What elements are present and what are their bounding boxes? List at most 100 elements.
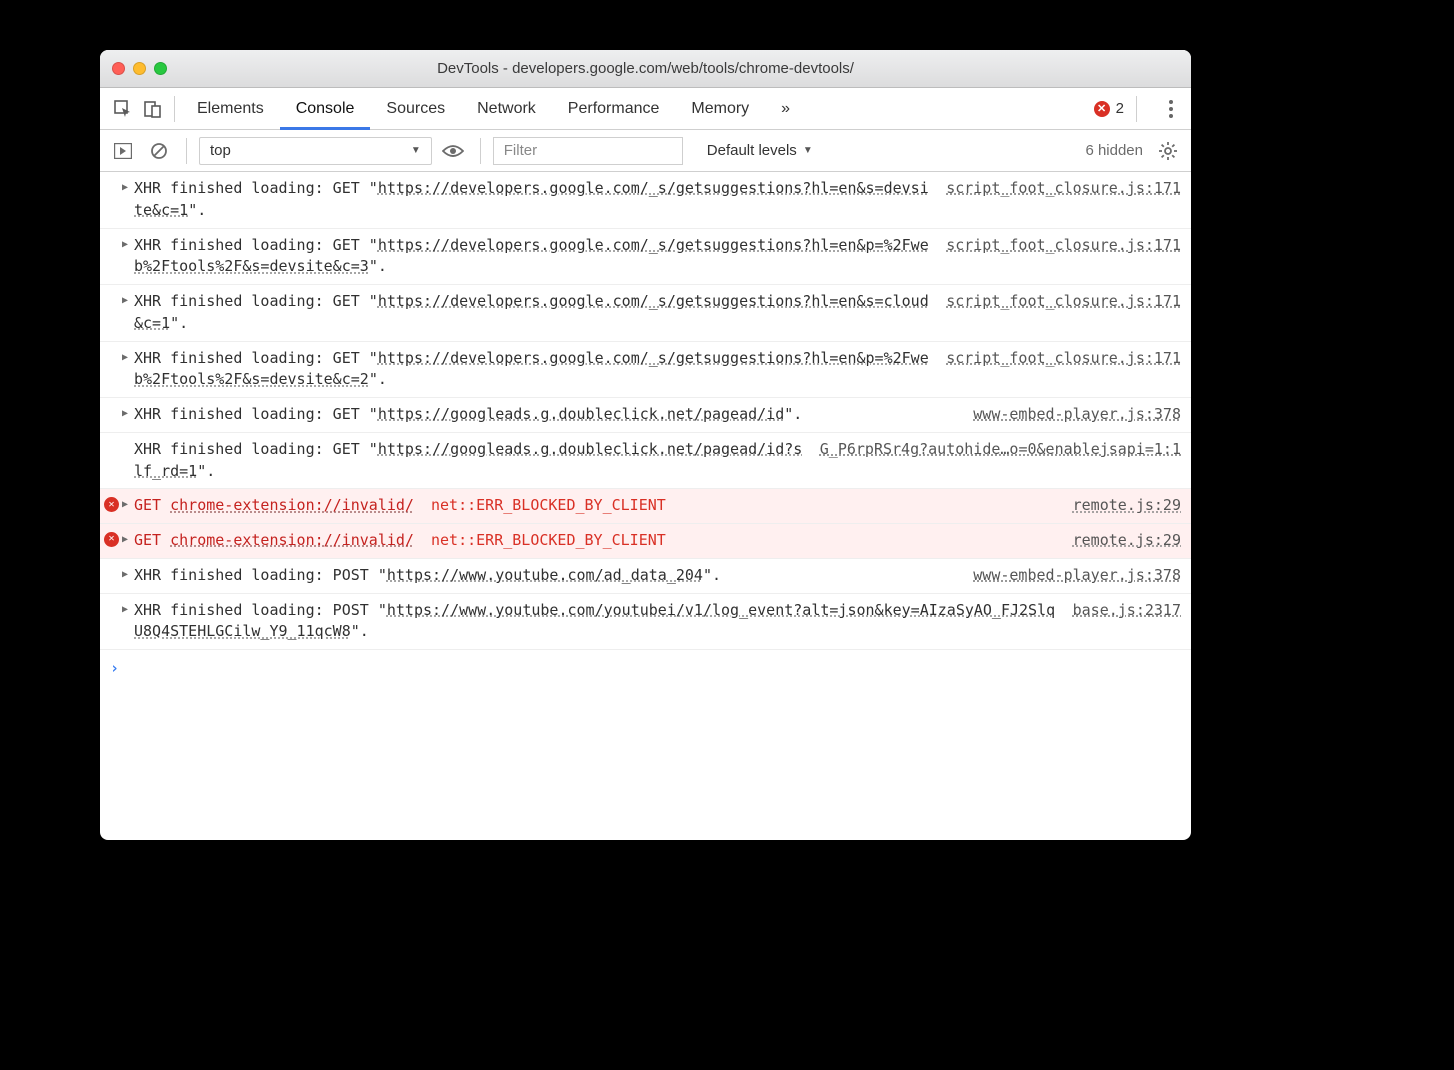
console-row[interactable]: ▶✕ GET chrome-extension://invalid/ net::E…: [100, 489, 1191, 524]
error-count-badge[interactable]: ✕ 2: [1094, 100, 1124, 117]
console-row[interactable]: XHR finished loading: GET "https://googl…: [100, 433, 1191, 490]
error-icon: ✕: [104, 532, 119, 547]
log-suffix: ".: [703, 566, 721, 584]
source-link[interactable]: script_foot_closure.js:171: [946, 178, 1181, 222]
close-window-button[interactable]: [112, 62, 125, 75]
request-url[interactable]: chrome-extension://invalid/: [170, 531, 414, 549]
log-message: XHR finished loading: GET "https://googl…: [134, 439, 804, 483]
log-message: XHR finished loading: POST "https://www.…: [134, 600, 1057, 644]
log-suffix: ".: [369, 257, 387, 275]
disclosure-triangle-icon[interactable]: ▶: [122, 351, 128, 366]
log-levels-select[interactable]: Default levels ▼: [707, 142, 813, 159]
log-message: XHR finished loading: GET "https://devel…: [134, 235, 930, 279]
request-url[interactable]: https://googleads.g.doubleclick.net/page…: [378, 405, 784, 423]
tab-performance[interactable]: Performance: [552, 88, 676, 130]
disclosure-triangle-icon[interactable]: ▶: [122, 181, 128, 196]
source-link[interactable]: script_foot_closure.js:171: [946, 348, 1181, 392]
disclosure-triangle-icon[interactable]: ▶: [122, 533, 128, 548]
source-link[interactable]: www-embed-player.js:378: [973, 565, 1181, 587]
console-row[interactable]: ▶ XHR finished loading: GET "https://deve…: [100, 342, 1191, 399]
log-suffix: ".: [197, 462, 215, 480]
console-row[interactable]: ▶ XHR finished loading: GET "https://deve…: [100, 172, 1191, 229]
inspect-element-icon[interactable]: [108, 88, 138, 130]
disclosure-triangle-icon[interactable]: ▶: [122, 238, 128, 253]
window-title: DevTools - developers.google.com/web/too…: [100, 60, 1191, 77]
chevron-down-icon: ▼: [411, 145, 421, 156]
console-prompt[interactable]: ›: [100, 650, 1191, 688]
context-value: top: [210, 142, 231, 159]
tab-network[interactable]: Network: [461, 88, 552, 130]
log-message: XHR finished loading: GET "https://devel…: [134, 178, 930, 222]
device-toolbar-icon[interactable]: [138, 88, 168, 130]
log-message: GET chrome-extension://invalid/ net::ERR…: [134, 495, 1057, 517]
console-row[interactable]: ▶ XHR finished loading: POST "https://www…: [100, 594, 1191, 651]
error-icon: ✕: [1094, 101, 1110, 117]
filter-input[interactable]: [493, 137, 683, 165]
tab-console[interactable]: Console: [280, 88, 371, 130]
log-message: XHR finished loading: POST "https://www.…: [134, 565, 957, 587]
minimize-window-button[interactable]: [133, 62, 146, 75]
source-link[interactable]: www-embed-player.js:378: [973, 404, 1181, 426]
console-row[interactable]: ▶XHR finished loading: GET "https://deve…: [100, 285, 1191, 342]
log-suffix: ".: [351, 622, 369, 640]
clear-console-icon[interactable]: [144, 136, 174, 166]
console-row[interactable]: ▶✕ GET chrome-extension://invalid/ net::E…: [100, 524, 1191, 559]
devtools-tabs-bar: Elements Console Sources Network Perform…: [100, 88, 1191, 130]
titlebar: DevTools - developers.google.com/web/too…: [100, 50, 1191, 88]
live-expression-icon[interactable]: [438, 136, 468, 166]
log-prefix: XHR finished loading: GET ": [134, 349, 378, 367]
console-output[interactable]: ▶ XHR finished loading: GET "https://deve…: [100, 172, 1191, 840]
levels-label: Default levels: [707, 142, 797, 159]
net-error: net::ERR_BLOCKED_BY_CLIENT: [422, 496, 666, 514]
disclosure-triangle-icon[interactable]: ▶: [122, 407, 128, 422]
log-message: GET chrome-extension://invalid/ net::ERR…: [134, 530, 1057, 552]
settings-menu-icon[interactable]: [1159, 100, 1183, 118]
source-link[interactable]: G_P6rpRSr4g?autohide…o=0&enablejsapi=1:1: [820, 439, 1181, 483]
divider: [1136, 96, 1137, 122]
source-link[interactable]: remote.js:29: [1073, 495, 1181, 517]
hidden-count[interactable]: 6 hidden: [1085, 142, 1143, 159]
chevron-down-icon: ▼: [803, 145, 813, 156]
log-suffix: ".: [170, 314, 188, 332]
log-prefix: XHR finished loading: POST ": [134, 566, 387, 584]
console-row[interactable]: ▶ XHR finished loading: GET "https://goog…: [100, 398, 1191, 433]
devtools-window: DevTools - developers.google.com/web/too…: [100, 50, 1191, 840]
error-count: 2: [1116, 100, 1124, 117]
http-method: GET: [134, 531, 170, 549]
disclosure-triangle-icon[interactable]: ▶: [122, 568, 128, 583]
source-link[interactable]: script_foot_closure.js:171: [946, 291, 1181, 335]
log-prefix: XHR finished loading: GET ": [134, 179, 378, 197]
divider: [174, 96, 175, 122]
source-link[interactable]: script_foot_closure.js:171: [946, 235, 1181, 279]
toggle-sidebar-icon[interactable]: [108, 136, 138, 166]
log-prefix: XHR finished loading: GET ": [134, 236, 378, 254]
divider: [186, 138, 187, 164]
tabs-overflow[interactable]: »: [765, 88, 806, 130]
log-message: XHR finished loading: GET "https://devel…: [134, 348, 930, 392]
console-settings-icon[interactable]: [1153, 136, 1183, 166]
request-url[interactable]: chrome-extension://invalid/: [170, 496, 414, 514]
execution-context-select[interactable]: top ▼: [199, 137, 432, 165]
disclosure-triangle-icon[interactable]: ▶: [122, 294, 128, 309]
log-suffix: ".: [188, 201, 206, 219]
net-error: net::ERR_BLOCKED_BY_CLIENT: [422, 531, 666, 549]
tab-memory[interactable]: Memory: [675, 88, 765, 130]
http-method: GET: [134, 496, 170, 514]
source-link[interactable]: remote.js:29: [1073, 530, 1181, 552]
log-prefix: XHR finished loading: GET ": [134, 405, 378, 423]
tab-sources[interactable]: Sources: [370, 88, 461, 130]
maximize-window-button[interactable]: [154, 62, 167, 75]
error-icon: ✕: [104, 497, 119, 512]
disclosure-triangle-icon[interactable]: ▶: [122, 603, 128, 618]
request-url[interactable]: https://www.youtube.com/ad_data_204: [387, 566, 703, 584]
log-prefix: XHR finished loading: GET ": [134, 440, 378, 458]
console-row[interactable]: ▶ XHR finished loading: GET "https://deve…: [100, 229, 1191, 286]
disclosure-triangle-icon[interactable]: ▶: [122, 498, 128, 513]
log-suffix: ".: [784, 405, 802, 423]
log-suffix: ".: [369, 370, 387, 388]
console-toolbar: top ▼ Default levels ▼ 6 hidden: [100, 130, 1191, 172]
tab-elements[interactable]: Elements: [181, 88, 280, 130]
traffic-lights: [112, 62, 167, 75]
console-row[interactable]: ▶ XHR finished loading: POST "https://www…: [100, 559, 1191, 594]
source-link[interactable]: base.js:2317: [1073, 600, 1181, 644]
